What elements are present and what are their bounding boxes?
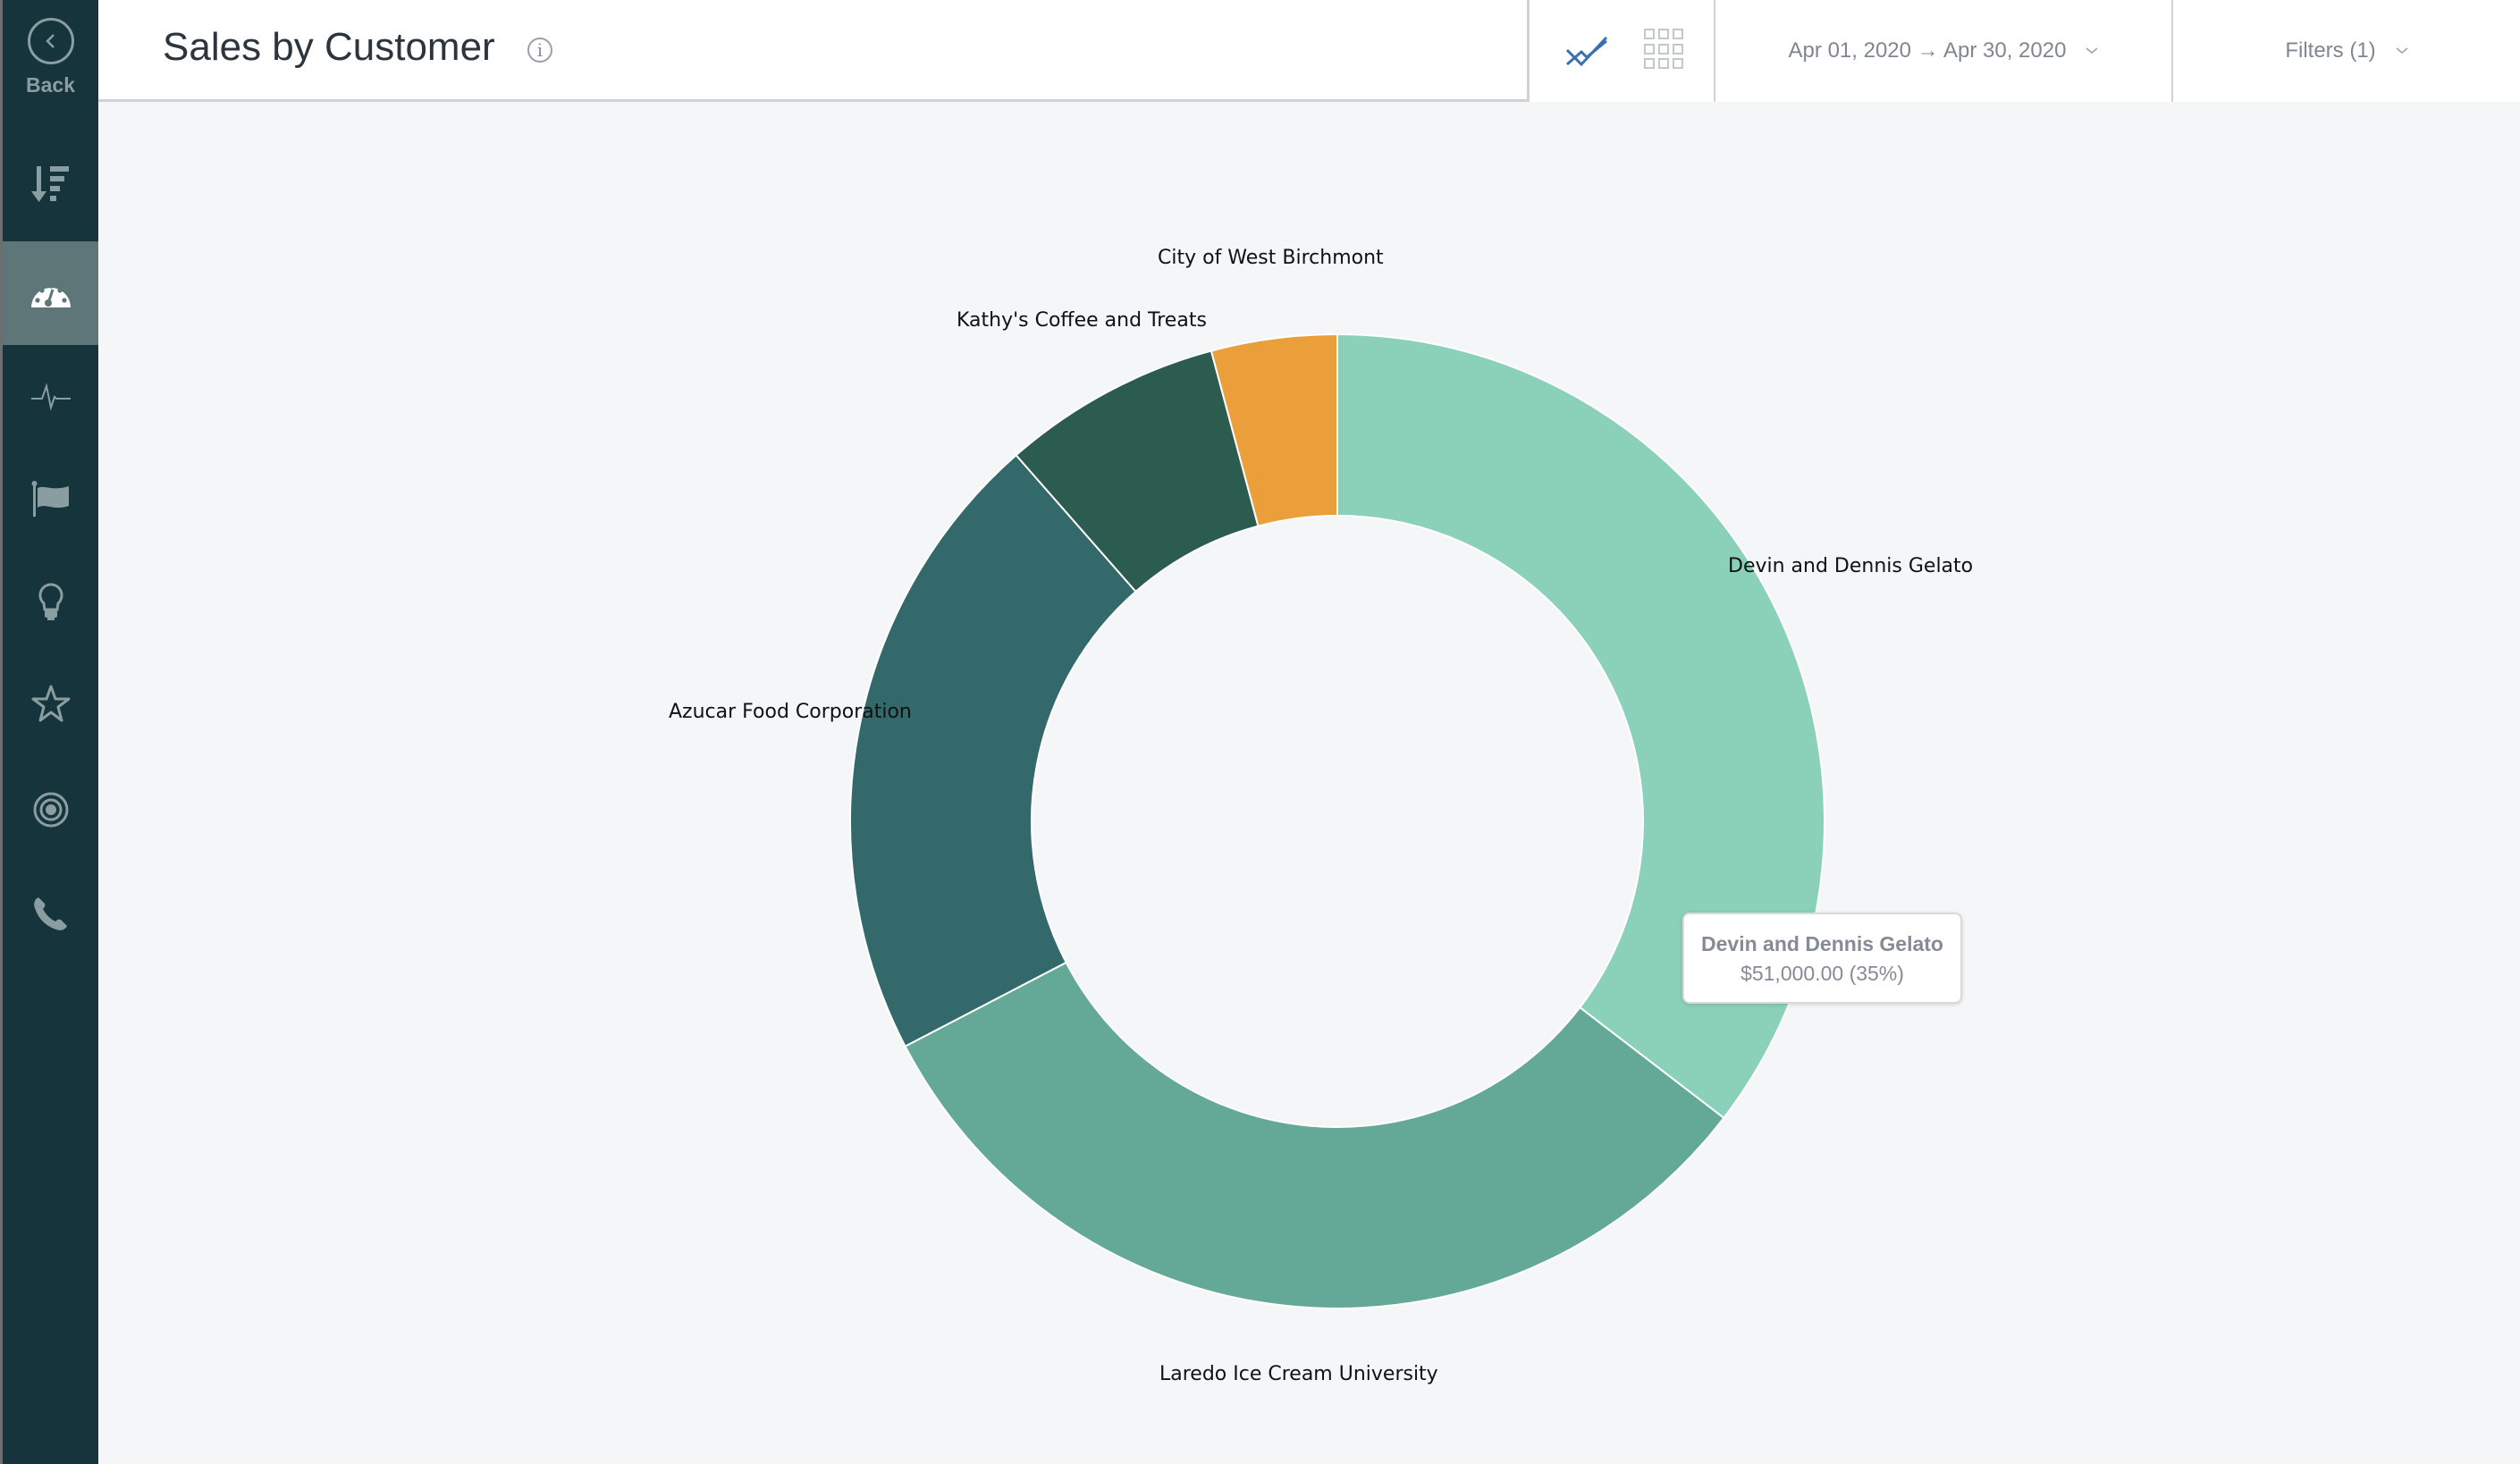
info-icon[interactable]: i <box>527 38 552 63</box>
title-area: Sales by Customer i <box>98 0 1530 102</box>
sidebar-item-favorites[interactable] <box>3 652 98 756</box>
sidebar-item-targets[interactable] <box>3 758 98 862</box>
flag-icon <box>31 481 69 517</box>
sidebar-item-goals[interactable] <box>3 447 98 551</box>
tooltip-title: Devin and Dennis Gelato <box>1701 932 1943 955</box>
back-label: Back <box>26 73 75 97</box>
sidebar-item-calls[interactable] <box>3 862 98 965</box>
slice-label: Kathy's Coffee and Treats <box>957 309 1207 332</box>
slice-label: City of West Birchmont <box>1158 247 1384 269</box>
slice-label: Devin and Dennis Gelato <box>1728 555 1973 577</box>
dashboard-gauge-icon <box>30 283 71 307</box>
donut-chart: Devin and Dennis Gelato Laredo Ice Cream … <box>669 247 1973 1385</box>
page-title: Sales by Customer <box>163 25 495 69</box>
header: Sales by Customer i Apr 01, 2020 → Apr 3… <box>98 0 2520 102</box>
back-button[interactable]: Back <box>3 18 98 116</box>
target-icon <box>33 792 68 828</box>
phone-icon <box>33 897 67 930</box>
sort-icon <box>30 166 69 202</box>
sidebar-item-sort[interactable] <box>3 132 98 236</box>
filters-dropdown[interactable]: Filters (1) <box>2173 0 2520 102</box>
sidebar-item-dashboard[interactable] <box>3 241 98 345</box>
view-toggle <box>1530 0 1715 102</box>
date-range-label: Apr 01, 2020 → Apr 30, 2020 <box>1788 38 2067 63</box>
back-arrow-icon <box>27 18 74 64</box>
grid-icon[interactable] <box>1644 29 1685 70</box>
tooltip-value: $51,000.00 (35%) <box>1740 962 1904 985</box>
chevron-down-icon <box>2086 47 2098 54</box>
slice-label: Azucar Food Corporation <box>669 701 912 723</box>
filters-label: Filters (1) <box>2285 38 2376 63</box>
line-chart-icon[interactable] <box>1565 32 1608 72</box>
sidebar-item-insights[interactable] <box>3 551 98 654</box>
slice-label: Laredo Ice Cream University <box>1159 1363 1438 1385</box>
star-icon <box>31 685 70 722</box>
date-range-picker[interactable]: Apr 01, 2020 → Apr 30, 2020 <box>1715 0 2173 102</box>
chart-tooltip: Devin and Dennis Gelato $51,000.00 (35%) <box>1682 913 1962 1004</box>
sidebar: Back <box>0 0 98 1464</box>
activity-pulse-icon <box>30 383 71 411</box>
chevron-down-icon <box>2396 47 2408 54</box>
lightbulb-icon <box>38 583 63 620</box>
sidebar-item-activity[interactable] <box>3 345 98 449</box>
